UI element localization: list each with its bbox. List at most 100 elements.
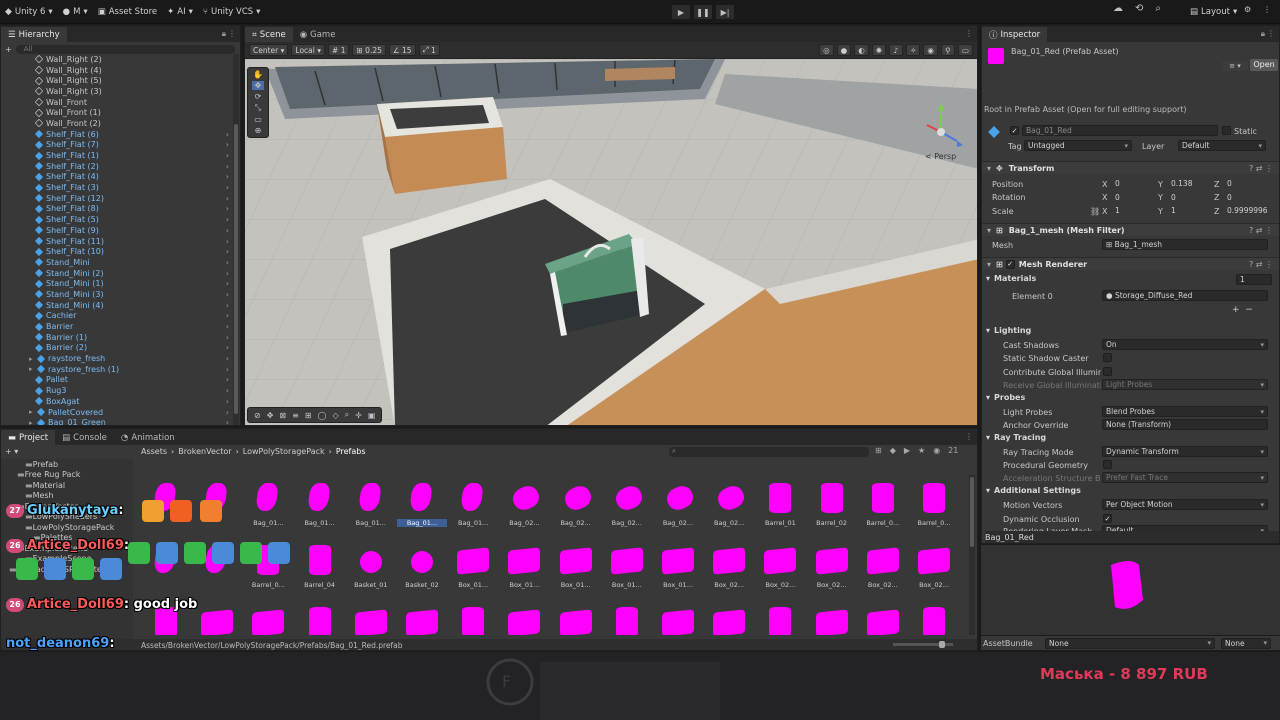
asset-item[interactable]: Bag_02... bbox=[653, 475, 703, 533]
tab-hierarchy[interactable]: ☰ Hierarchy bbox=[1, 27, 67, 42]
bookmark-icon[interactable]: ▶ bbox=[904, 446, 910, 455]
hierarchy-item[interactable]: Stand_Mini (1) › bbox=[1, 278, 233, 289]
search-icon[interactable]: ⌕ bbox=[345, 410, 349, 420]
gizmos-button[interactable]: ⚲ bbox=[940, 44, 955, 56]
asset-item[interactable]: Box_01... bbox=[499, 537, 549, 595]
create-icon[interactable]: + ▾ bbox=[5, 447, 18, 456]
zoom-slider[interactable] bbox=[893, 641, 953, 648]
static-checkbox[interactable] bbox=[1222, 126, 1231, 135]
star-icon[interactable]: ★ bbox=[918, 446, 925, 455]
probe-icon[interactable]: ◇ bbox=[332, 411, 338, 420]
ray-tracing-section[interactable]: ▾ Ray Tracing bbox=[986, 433, 1046, 442]
sphere-icon[interactable]: ◯ bbox=[318, 411, 327, 420]
asset-item[interactable] bbox=[295, 599, 345, 635]
hierarchy-item[interactable]: Wall_Right (2) bbox=[1, 54, 233, 65]
hierarchy-item[interactable]: Shelf_Flat (11) › bbox=[1, 236, 233, 247]
pause-button[interactable]: ❚❚ bbox=[693, 4, 713, 20]
asset-item[interactable]: Box_02... bbox=[755, 537, 805, 595]
account-button[interactable]: ◆ Unity 6 ▾ bbox=[0, 3, 58, 21]
asset-item[interactable] bbox=[807, 599, 857, 635]
folder-item[interactable]: ▬ Material bbox=[1, 480, 133, 491]
snap-settings-icon[interactable]: ⊘ bbox=[254, 411, 261, 420]
grid-toggle[interactable]: # 1 bbox=[328, 44, 350, 56]
asset-item[interactable]: Box_02... bbox=[858, 537, 908, 595]
additional-section[interactable]: ▾ Additional Settings bbox=[986, 486, 1081, 495]
tab-project[interactable]: ▬ Project bbox=[1, 430, 56, 445]
rotate-tool-icon[interactable]: ⟳ bbox=[255, 92, 262, 101]
grid-snap-icon[interactable]: ⊠ bbox=[279, 411, 286, 420]
lock-icon[interactable]: 🔒︎ bbox=[222, 29, 226, 39]
align-icon[interactable]: ≡ bbox=[292, 411, 299, 420]
chevron-right-icon[interactable]: › bbox=[226, 140, 229, 149]
probes-section[interactable]: ▾ Probes bbox=[986, 393, 1025, 402]
asset-item[interactable]: Box_02... bbox=[704, 537, 754, 595]
shading-button[interactable]: ● bbox=[836, 44, 852, 56]
link-icon[interactable]: ⛓ bbox=[1090, 205, 1100, 217]
hierarchy-item[interactable]: ▸ Bag_01_Green › bbox=[1, 417, 233, 425]
materials-section[interactable]: ▾ Materials bbox=[986, 274, 1036, 283]
mesh-field[interactable]: ⊞ Bag_1_mesh bbox=[1102, 239, 1268, 250]
material-field[interactable]: ● Storage_Diffuse_Red bbox=[1102, 290, 1268, 301]
space-dropdown[interactable]: Local ▾ bbox=[291, 44, 326, 56]
hierarchy-item[interactable]: Shelf_Flat (3) › bbox=[1, 182, 233, 193]
asset-item[interactable] bbox=[397, 599, 447, 635]
transform-rotation-x-field[interactable]: 0 bbox=[1112, 192, 1156, 203]
hierarchy-item[interactable]: Stand_Mini (3) › bbox=[1, 289, 233, 300]
asset-item[interactable]: Barrel_04 bbox=[295, 537, 345, 595]
asset-item[interactable]: Bag_02... bbox=[551, 475, 601, 533]
asset-item[interactable]: Bag_02... bbox=[602, 475, 652, 533]
transform-scale-z-field[interactable]: 0.9999996 bbox=[1224, 205, 1268, 216]
hierarchy-item[interactable]: Wall_Right (5) bbox=[1, 75, 233, 86]
asset-item[interactable] bbox=[653, 599, 703, 635]
tab-game[interactable]: ◉ Game bbox=[292, 27, 343, 42]
hierarchy-item[interactable]: Wall_Front (1) bbox=[1, 107, 233, 118]
search-icon[interactable]: ⌕ bbox=[1155, 3, 1161, 14]
expand-arrow-icon[interactable]: ▸ bbox=[29, 365, 37, 373]
label-icon[interactable]: ◆ bbox=[890, 446, 896, 455]
open-prefab-button[interactable]: Open bbox=[1250, 59, 1278, 71]
folder-item[interactable]: ▬ Prefab bbox=[1, 459, 133, 470]
asset-item[interactable]: Barrel_0... bbox=[858, 475, 908, 533]
assetbundle-dropdown[interactable]: None bbox=[1045, 637, 1215, 649]
asset-item[interactable]: Box_02... bbox=[909, 537, 959, 595]
transform-scale-x-field[interactable]: 1 bbox=[1112, 205, 1156, 216]
hierarchy-scrollbar[interactable] bbox=[233, 54, 239, 425]
anchor-field[interactable]: None (Transform) bbox=[1102, 419, 1268, 430]
chevron-right-icon[interactable]: › bbox=[226, 333, 229, 342]
add-remove-buttons[interactable]: + − bbox=[1232, 305, 1253, 315]
active-checkbox[interactable]: ✓ bbox=[1010, 126, 1019, 135]
chevron-right-icon[interactable]: › bbox=[226, 162, 229, 171]
grid-icon[interactable]: ⊞ bbox=[305, 411, 312, 420]
hierarchy-item[interactable]: BoxAgat › bbox=[1, 396, 233, 407]
transform-rotation-y-field[interactable]: 0 bbox=[1168, 192, 1212, 203]
asset-item[interactable] bbox=[602, 599, 652, 635]
assetbundle-variant-dropdown[interactable]: None bbox=[1221, 637, 1271, 649]
hierarchy-item[interactable]: Cachier › bbox=[1, 311, 233, 322]
chevron-right-icon[interactable]: › bbox=[226, 408, 229, 417]
asset-item[interactable]: Barrel_01 bbox=[755, 475, 805, 533]
chevron-right-icon[interactable]: › bbox=[226, 237, 229, 246]
component-menu-icon[interactable]: ? ⇄ ⋮ bbox=[1249, 260, 1273, 269]
zoom-slider-handle[interactable] bbox=[939, 641, 945, 648]
breadcrumb-item[interactable]: BrokenVector bbox=[178, 447, 231, 457]
mesh-renderer-header[interactable]: ▾ ⊞ ✓ Mesh Renderer ? ⇄ ⋮ bbox=[982, 257, 1279, 270]
play-button[interactable]: ▶ bbox=[671, 4, 691, 20]
asset-item[interactable]: Barrel_0... bbox=[909, 475, 959, 533]
asset-item[interactable]: Bag_02... bbox=[499, 475, 549, 533]
audio-toggle[interactable]: ♪ bbox=[889, 44, 904, 56]
angle-snap[interactable]: ∠ 15 bbox=[388, 44, 416, 56]
chevron-right-icon[interactable]: › bbox=[226, 151, 229, 160]
hierarchy-item[interactable]: Shelf_Flat (2) › bbox=[1, 161, 233, 172]
chevron-right-icon[interactable]: › bbox=[226, 215, 229, 224]
inspector-menu-button[interactable]: ≡ ▾ bbox=[1222, 61, 1248, 71]
chevron-right-icon[interactable]: › bbox=[226, 172, 229, 181]
layout-dropdown[interactable]: ▤ Layout ▾ bbox=[1185, 3, 1242, 21]
camera-button[interactable]: ▭ bbox=[957, 44, 973, 56]
hierarchy-item[interactable]: Stand_Mini (4) › bbox=[1, 300, 233, 311]
transform-position-z-field[interactable]: 0 bbox=[1224, 178, 1268, 189]
more-icon[interactable]: ⋮ bbox=[228, 29, 236, 38]
tab-console[interactable]: ▤ Console bbox=[55, 430, 114, 445]
cast-shadows-field[interactable]: On bbox=[1102, 339, 1268, 350]
hierarchy-item[interactable]: ▸ PalletCovered › bbox=[1, 407, 233, 418]
more-icon[interactable]: ⋮ bbox=[1263, 5, 1271, 14]
